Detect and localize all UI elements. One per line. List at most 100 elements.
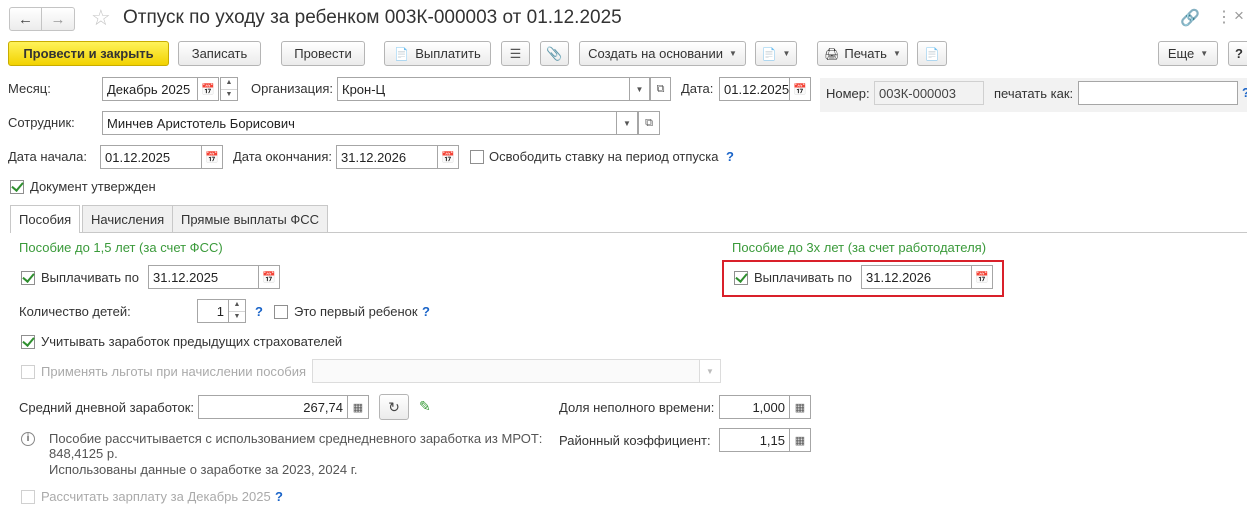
tab-fss-direct-payments[interactable]: Прямые выплаты ФСС <box>172 205 328 232</box>
children-count-spinner[interactable]: ▲ ▼ <box>228 299 246 323</box>
calc-salary-checkbox[interactable] <box>21 490 35 504</box>
free-rate-checkbox[interactable] <box>470 150 484 164</box>
part-time-input[interactable]: 1,000 <box>719 395 790 419</box>
calendar-button[interactable]: 📅 <box>437 145 459 169</box>
privilege-dropdown-button[interactable]: ▼ <box>699 359 721 383</box>
avg-daily-input[interactable]: 267,74 <box>198 395 348 419</box>
pay-until-fss-label: Выплачивать по <box>41 270 139 285</box>
refresh-button[interactable]: ↻ <box>379 394 409 420</box>
close-icon[interactable]: × <box>1234 6 1244 26</box>
paperclip-icon: 📎 <box>546 45 563 61</box>
open-window-icon: ⧉ <box>645 116 653 129</box>
help-icon[interactable]: ? <box>422 304 430 319</box>
help-icon[interactable]: ? <box>275 489 283 504</box>
employee-dropdown-button[interactable]: ▼ <box>616 111 638 135</box>
employee-input[interactable]: Минчев Аристотель Борисович <box>102 111 617 135</box>
nav-forward-button[interactable]: → <box>42 7 75 31</box>
organization-open-button[interactable]: ⧉ <box>650 77 671 101</box>
calendar-button[interactable]: 📅 <box>971 265 993 289</box>
tab-benefits[interactable]: Пособия <box>10 205 81 233</box>
link-icon[interactable]: 🔗 <box>1180 8 1200 28</box>
pay-until-employer-checkbox[interactable] <box>734 271 748 285</box>
pencil-icon[interactable]: ✎ <box>419 398 431 415</box>
tab-accruals[interactable]: Начисления <box>82 205 174 232</box>
document-approved-checkbox[interactable] <box>10 180 24 194</box>
avg-daily-label: Средний дневной заработок: <box>19 400 195 415</box>
favorite-star-icon[interactable]: ☆ <box>91 5 111 31</box>
organization-dropdown-button[interactable]: ▼ <box>629 77 650 101</box>
number-label: Номер: <box>826 86 870 101</box>
organization-input[interactable]: Крон-Ц <box>337 77 630 101</box>
apply-benefits-label: Применять льготы при начислении пособия <box>41 364 307 379</box>
create-based-on-label: Создать на основании <box>588 46 723 61</box>
first-child-checkbox[interactable] <box>274 305 288 319</box>
info-line-2: 848,4125 р. <box>49 446 118 461</box>
help-icon[interactable]: ? <box>1242 85 1247 100</box>
apply-benefits-checkbox[interactable] <box>21 365 35 379</box>
spin-down-icon[interactable]: ▼ <box>221 88 237 101</box>
calculator-button[interactable]: ▦ <box>789 428 811 452</box>
spin-up-icon[interactable]: ▲ <box>221 78 237 89</box>
save-button[interactable]: Записать <box>178 41 261 66</box>
related-docs-button[interactable]: 📄 ▼ <box>755 41 797 66</box>
calculator-button[interactable]: ▦ <box>789 395 811 419</box>
date-input[interactable]: 01.12.2025 <box>719 77 790 101</box>
calendar-icon: 📅 <box>975 271 989 284</box>
post-and-close-button[interactable]: Провести и закрыть <box>8 41 169 66</box>
document-icon: 📄 <box>394 46 410 61</box>
report-button[interactable]: 📄 <box>917 41 947 66</box>
end-date-input[interactable]: 31.12.2026 <box>336 145 438 169</box>
children-count-label: Количество детей: <box>19 304 131 319</box>
more-vertical-icon[interactable]: ⋮ <box>1216 7 1232 27</box>
more-button[interactable]: Еще ▼ <box>1158 41 1218 66</box>
benefits-privilege-select[interactable] <box>312 359 700 383</box>
help-button[interactable]: ? <box>1228 41 1247 66</box>
number-input[interactable]: 003К-000003 <box>874 81 984 105</box>
calendar-icon: 📅 <box>201 83 215 96</box>
print-button-label: Печать <box>844 46 887 61</box>
nav-back-button[interactable]: ← <box>9 7 42 31</box>
print-button[interactable]: 🖨 Печать ▼ <box>817 41 908 66</box>
calendar-icon: 📅 <box>205 151 219 164</box>
district-coef-input[interactable]: 1,15 <box>719 428 790 452</box>
pay-until-fss-checkbox[interactable] <box>21 271 35 285</box>
print-as-input[interactable] <box>1078 81 1238 105</box>
attach-button[interactable]: 📎 <box>540 41 569 66</box>
spin-down-icon[interactable]: ▼ <box>229 310 245 323</box>
window-title: Отпуск по уходу за ребенком 003К-000003 … <box>123 7 622 28</box>
pay-until-employer-label: Выплачивать по <box>754 270 852 285</box>
printer-icon: 🖨 <box>824 46 840 61</box>
calendar-button[interactable]: 📅 <box>197 77 219 101</box>
calendar-button[interactable]: 📅 <box>258 265 280 289</box>
calculator-icon: ▦ <box>794 401 806 414</box>
pay-until-fss-input[interactable]: 31.12.2025 <box>148 265 259 289</box>
open-window-icon: ⧉ <box>656 82 665 95</box>
month-input[interactable]: Декабрь 2025 <box>102 77 198 101</box>
help-icon[interactable]: ? <box>255 304 263 319</box>
create-based-on-button[interactable]: Создать на основании ▼ <box>579 41 746 66</box>
post-button[interactable]: Провести <box>281 41 365 66</box>
calendar-button[interactable]: 📅 <box>201 145 223 169</box>
prev-insurers-checkbox[interactable] <box>21 335 35 349</box>
chevron-down-icon: ▼ <box>635 84 644 94</box>
calculator-icon: ▦ <box>352 401 364 414</box>
pay-until-employer-input[interactable]: 31.12.2026 <box>861 265 972 289</box>
spin-up-icon[interactable]: ▲ <box>229 300 245 311</box>
month-spinner[interactable]: ▲ ▼ <box>220 77 238 101</box>
tab-panel-border <box>10 232 1247 233</box>
calculator-button[interactable]: ▦ <box>347 395 369 419</box>
calendar-button[interactable]: 📅 <box>789 77 811 101</box>
children-count-input[interactable]: 1 <box>197 299 229 323</box>
start-date-input[interactable]: 01.12.2025 <box>100 145 202 169</box>
start-date-label: Дата начала: <box>8 149 87 164</box>
date-label: Дата: <box>681 81 714 96</box>
section-title-employer: Пособие до 3х лет (за счет работодателя) <box>732 240 987 255</box>
arrow-right-icon: → <box>50 10 66 28</box>
end-date-label: Дата окончания: <box>233 149 332 164</box>
employee-open-button[interactable]: ⧉ <box>638 111 660 135</box>
help-icon[interactable]: ? <box>726 149 734 164</box>
list-icon: ☰ <box>509 45 522 61</box>
info-line-1: Пособие рассчитывается с использованием … <box>49 431 543 446</box>
list-report-button[interactable]: ☰ <box>501 41 530 66</box>
pay-button[interactable]: 📄 Выплатить <box>384 41 491 66</box>
